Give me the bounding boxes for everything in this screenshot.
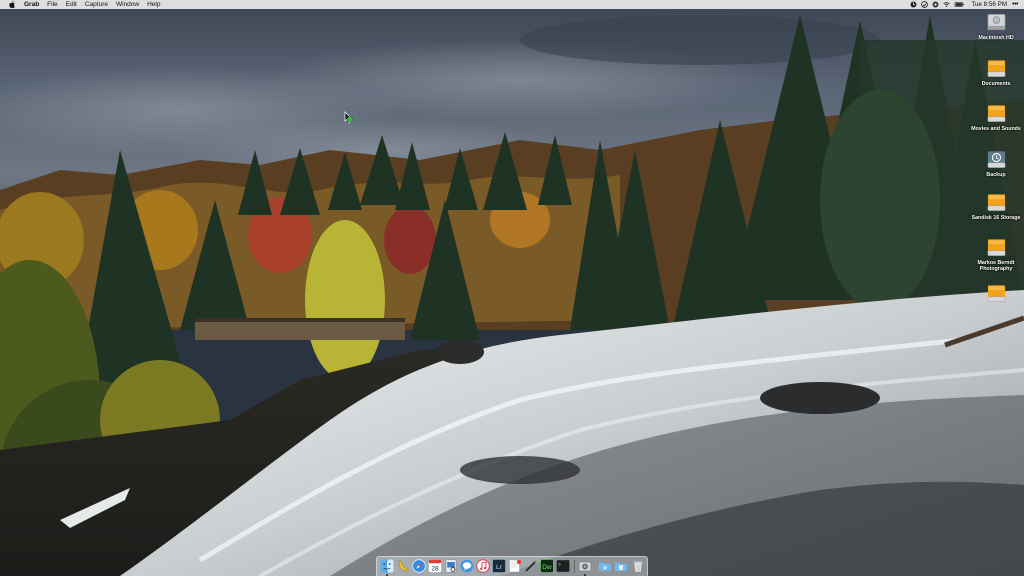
pen-tool-icon (525, 559, 538, 572)
dock-item-notes-app[interactable] (508, 559, 522, 573)
external-drive-icon (987, 194, 1005, 211)
dock-item-documents-folder[interactable] (614, 559, 628, 573)
desktop-icon-movies-and-sounds[interactable]: Movies and Sounds (968, 102, 1024, 132)
status-area: Tue 8:56 PM ••• (910, 0, 1018, 9)
dock-item-terminal[interactable] (556, 559, 570, 573)
menu-window[interactable]: Window (116, 0, 139, 9)
safari-icon (412, 559, 426, 573)
dock-item-grab[interactable] (578, 559, 592, 573)
desktop-icon-backup[interactable]: Backup (968, 148, 1024, 178)
menu-app-name[interactable]: Grab (24, 0, 39, 9)
mouse-cursor-icon (344, 111, 354, 124)
battery-icon[interactable] (954, 1, 965, 8)
desktop-icon-markos-berndt-photography[interactable]: Markos Berndt Photography (968, 236, 1024, 272)
desktop-icon-label: Documents (981, 81, 1011, 87)
dock-item-dreamweaver[interactable]: Dw (540, 559, 554, 573)
hard-drive-icon (987, 13, 1005, 31)
time-machine-drive-icon (987, 151, 1005, 168)
external-drive-icon (987, 285, 1005, 302)
terminal-icon (556, 559, 570, 573)
external-drive-icon (987, 60, 1005, 77)
finder-icon (380, 559, 394, 573)
dock-item-pen-tool[interactable] (524, 559, 538, 573)
status-app-icon-1[interactable] (910, 1, 917, 8)
dock-item-itunes[interactable] (476, 559, 490, 573)
desktop-icon-label: Sandisk 16 Storage (971, 215, 1021, 221)
dock-item-banana-app[interactable] (396, 559, 410, 573)
dock-item-downloads-folder[interactable] (598, 559, 612, 573)
desktop-icon-label: Markos Berndt Photography (977, 260, 1015, 272)
downloads-folder-icon (599, 562, 611, 571)
dock-item-trash[interactable] (631, 559, 645, 573)
calendar-icon: 28 (428, 559, 442, 573)
menu-edit[interactable]: Edit (66, 0, 77, 9)
chat-app-icon (460, 559, 474, 573)
status-app-icon-3[interactable] (932, 1, 939, 8)
notes-app-icon (509, 559, 522, 573)
dock-separator (574, 560, 575, 573)
lightroom-icon: Lr (492, 559, 506, 573)
dock-item-finder[interactable] (380, 559, 394, 573)
dreamweaver-icon: Dw (540, 559, 554, 573)
grab-icon (578, 561, 592, 572)
desktop-icon-macintosh-hd[interactable]: Macintosh HD (968, 11, 1024, 41)
desktop-icon-drive-7[interactable] (968, 282, 1024, 306)
apple-menu-icon[interactable] (8, 0, 16, 9)
trash-icon (633, 561, 643, 573)
desktop-icon-documents[interactable]: Documents (968, 57, 1024, 87)
menu-bar: Grab File Edit Capture Window Help Tue 8… (0, 0, 1024, 9)
menu-clock[interactable]: Tue 8:56 PM (971, 0, 1007, 9)
lightroom-label: Lr (496, 564, 503, 571)
dock-item-calendar[interactable]: 28 (428, 559, 442, 573)
external-drive-icon (987, 239, 1005, 256)
documents-folder-icon (615, 562, 627, 571)
dock-item-preview[interactable] (444, 559, 458, 573)
preview-icon (445, 559, 457, 573)
menu-capture[interactable]: Capture (85, 0, 108, 9)
dock: 28 Lr Dw (376, 556, 648, 576)
dock-item-safari[interactable] (412, 559, 426, 573)
wifi-icon[interactable] (943, 1, 950, 8)
dock-item-lightroom[interactable]: Lr (492, 559, 506, 573)
desktop-icon-label: Macintosh HD (978, 35, 1014, 41)
menu-help[interactable]: Help (147, 0, 160, 9)
calendar-date: 28 (431, 566, 439, 573)
desktop-icon-label: Movies and Sounds (971, 126, 1021, 132)
itunes-icon (476, 559, 490, 573)
status-app-icon-2[interactable] (921, 1, 929, 8)
desktop-icon-label: Backup (986, 172, 1006, 178)
menu-file[interactable]: File (47, 0, 57, 9)
external-drive-icon (987, 105, 1005, 122)
notification-center-icon[interactable]: ••• (1012, 1, 1018, 9)
dock-item-chat-app[interactable] (460, 559, 474, 573)
desktop-wallpaper (0, 0, 1024, 576)
desktop-icon-sandisk-16-storage[interactable]: Sandisk 16 Storage (968, 191, 1024, 221)
dreamweaver-label: Dw (542, 564, 552, 571)
banana-app-icon (398, 560, 409, 572)
